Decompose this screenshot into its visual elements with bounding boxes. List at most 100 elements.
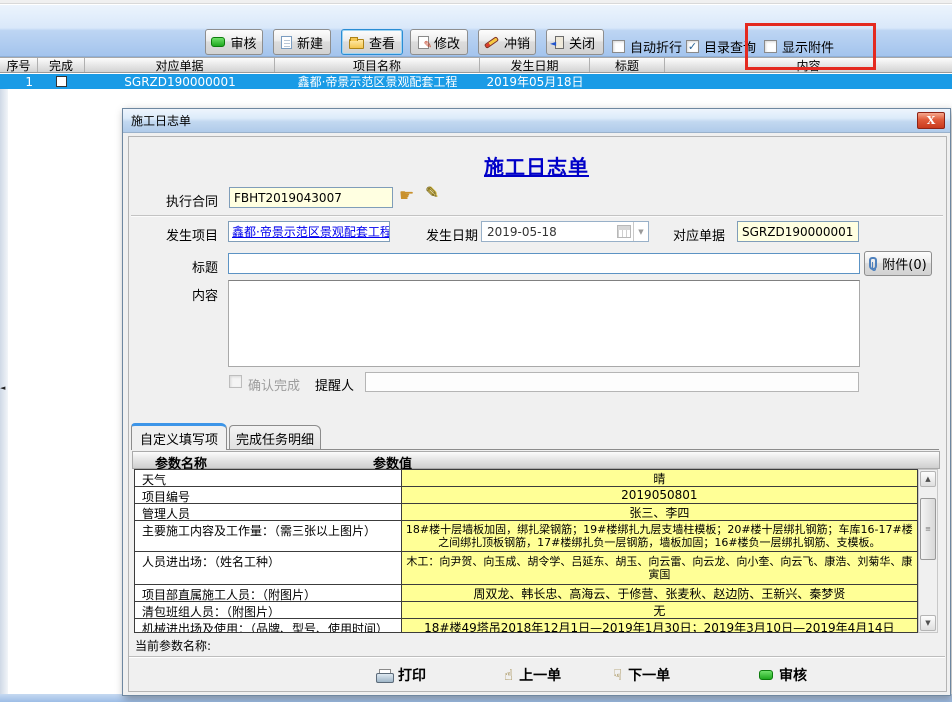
- param-row-managers[interactable]: 管理人员 张三、李四: [135, 504, 917, 521]
- column-header-doc[interactable]: 对应单据: [85, 58, 275, 72]
- scroll-up-icon[interactable]: ▲: [920, 471, 936, 487]
- param-value[interactable]: 2019050801: [402, 487, 917, 503]
- previous-doc-label: 上一单: [519, 665, 561, 685]
- param-value[interactable]: 18#楼十层墙板加固，绑扎梁钢筋；19#楼绑扎九层支墙柱模板；20#楼十层绑扎钢…: [402, 521, 917, 551]
- lookup-hand-icon[interactable]: ☛: [399, 188, 414, 205]
- footer-audit-button[interactable]: 审核: [759, 665, 807, 685]
- autowrap-checkbox-label: 自动折行: [630, 37, 682, 56]
- contract-input[interactable]: [229, 187, 393, 208]
- autowrap-checkbox-group[interactable]: 自动折行: [612, 37, 682, 56]
- check-icon: ✓: [688, 41, 697, 52]
- row-content: [665, 74, 952, 89]
- close-button[interactable]: 关闭: [546, 29, 604, 55]
- attachment-button[interactable]: 附件(0): [864, 251, 932, 276]
- attachment-button-label: 附件(0): [882, 254, 926, 273]
- dialog-close-button[interactable]: X: [917, 112, 945, 129]
- scrollbar-thumb[interactable]: ≡: [920, 498, 936, 560]
- confirm-done-label: 确认完成: [248, 375, 300, 394]
- param-row-direct-staff[interactable]: 项目部直属施工人员：（附图片） 周双龙、韩长忠、高海云、于修营、张麦秋、赵边防、…: [135, 585, 917, 602]
- doc-input[interactable]: [737, 221, 859, 242]
- hand-down-icon: ☟: [613, 668, 622, 683]
- param-value[interactable]: 无: [402, 602, 917, 618]
- param-value[interactable]: 18#楼49塔吊2018年12月1日—2019年1月30日；2019年3月10日…: [402, 619, 917, 633]
- autowrap-checkbox[interactable]: [612, 40, 625, 53]
- param-row-personnel[interactable]: 人员进出场：（姓名工种） 木工：向尹贺、向玉成、胡令学、吕延东、胡玉、向云雷、向…: [135, 552, 917, 585]
- view-button[interactable]: 查看: [341, 29, 403, 55]
- reminder-label: 提醒人: [315, 375, 354, 394]
- param-row-main-work[interactable]: 主要施工内容及工作量：（需三张以上图片） 18#楼十层墙板加固，绑扎梁钢筋；19…: [135, 521, 917, 552]
- param-name: 机械进出场及使用：（品牌、型号、使用时间）: [135, 619, 402, 633]
- param-value[interactable]: 晴: [402, 470, 917, 486]
- tab-panel-border: [131, 449, 939, 450]
- row-title: [590, 74, 665, 89]
- project-label: 发生项目: [143, 225, 218, 244]
- reminder-input[interactable]: [365, 372, 859, 392]
- calendar-icon[interactable]: [617, 225, 631, 238]
- column-header-seq[interactable]: 序号: [0, 58, 38, 72]
- new-doc-icon: [281, 36, 292, 49]
- print-icon: [376, 669, 392, 682]
- scroll-down-icon[interactable]: ▼: [920, 615, 936, 631]
- previous-doc-button[interactable]: ☝ 上一单: [504, 665, 561, 685]
- dropdown-arrow-icon[interactable]: ▼: [633, 222, 648, 241]
- audit-button-label: 审核: [230, 33, 256, 52]
- param-row-machinery[interactable]: 机械进出场及使用：（品牌、型号、使用时间） 18#楼49塔吊2018年12月1日…: [135, 619, 917, 633]
- hand-up-icon: ☝: [504, 668, 513, 683]
- collapse-panel-arrow-icon[interactable]: ◄: [0, 384, 5, 392]
- param-table[interactable]: 天气 晴 项目编号 2019050801 管理人员 张三、李四 主要施工内容及工…: [134, 469, 918, 633]
- row-project: 鑫都·帝景示范区景观配套工程: [275, 74, 480, 89]
- date-picker[interactable]: 2019-05-18 ▼: [481, 221, 649, 242]
- modify-button[interactable]: 修改: [410, 29, 468, 55]
- column-header-done[interactable]: 完成: [38, 58, 85, 72]
- new-button[interactable]: 新建: [273, 29, 331, 55]
- date-value: 2019-05-18: [482, 225, 617, 239]
- next-doc-label: 下一单: [628, 665, 670, 685]
- dialog-heading: 施工日志单: [123, 151, 950, 180]
- param-value[interactable]: 木工：向尹贺、向玉成、胡令学、吕延东、胡玉、向云雷、向云龙、向小奎、向云飞、康浩…: [402, 552, 917, 584]
- row-done-checkbox[interactable]: [56, 76, 67, 87]
- tab-custom-fields-label: 自定义填写项: [140, 429, 218, 448]
- param-value[interactable]: 张三、李四: [402, 504, 917, 520]
- column-header-title[interactable]: 标题: [590, 58, 665, 72]
- close-door-icon: [555, 36, 564, 49]
- close-button-label: 关闭: [569, 33, 595, 52]
- param-row-project-no[interactable]: 项目编号 2019050801: [135, 487, 917, 504]
- column-header-date[interactable]: 发生日期: [480, 58, 590, 72]
- audit-button[interactable]: 审核: [205, 29, 263, 55]
- separator-line: [131, 215, 943, 217]
- param-table-header: 参数名称 参数值: [132, 451, 940, 469]
- table-row[interactable]: 1 SGRZD190000001 鑫都·帝景示范区景观配套工程 2019年05月…: [0, 74, 952, 89]
- param-name: 项目编号: [135, 487, 402, 503]
- print-button[interactable]: 打印: [376, 665, 426, 685]
- param-row-weather[interactable]: 天气 晴: [135, 470, 917, 487]
- title-input[interactable]: [228, 253, 860, 274]
- tab-custom-fields[interactable]: 自定义填写项: [131, 423, 227, 450]
- next-doc-button[interactable]: ☟ 下一单: [613, 665, 670, 685]
- param-name: 清包班组人员：（附图片）: [135, 602, 402, 618]
- write-pen-icon[interactable]: ✎: [425, 185, 438, 201]
- footer-audit-label: 审核: [779, 665, 807, 685]
- dialog-titlebar[interactable]: 施工日志单: [123, 109, 950, 133]
- paperclip-icon: [869, 257, 877, 270]
- row-done-cell[interactable]: [38, 74, 85, 89]
- window-top-strip: [0, 0, 952, 4]
- audit-icon: [211, 37, 225, 47]
- row-date: 2019年05月18日: [480, 74, 590, 89]
- param-row-subcontract[interactable]: 清包班组人员：（附图片） 无: [135, 602, 917, 619]
- view-button-label: 查看: [369, 33, 395, 52]
- project-link-text[interactable]: 鑫都·帝景示范区景观配套工程: [232, 223, 390, 240]
- title-label: 标题: [143, 257, 218, 276]
- project-link-input[interactable]: 鑫都·帝景示范区景观配套工程: [228, 221, 390, 242]
- application-window: 审核 新建 查看 修改 冲销 关闭 自动折行 ✓ 目录查询: [0, 0, 952, 702]
- column-header-project[interactable]: 项目名称: [275, 58, 480, 72]
- reverse-button[interactable]: 冲销: [478, 29, 536, 55]
- audit-icon: [759, 670, 773, 680]
- content-textarea[interactable]: [228, 280, 860, 367]
- param-name: 人员进出场：（姓名工种）: [135, 552, 402, 584]
- param-table-scrollbar[interactable]: ▲ ≡ ▼: [918, 469, 938, 633]
- tab-task-detail[interactable]: 完成任务明细: [229, 425, 321, 450]
- row-doc-no: SGRZD190000001: [85, 74, 275, 89]
- param-value[interactable]: 周双龙、韩长忠、高海云、于修营、张麦秋、赵边防、王新兴、秦梦贤: [402, 585, 917, 601]
- reverse-button-label: 冲销: [504, 33, 530, 52]
- catalog-query-checkbox[interactable]: ✓: [686, 40, 699, 53]
